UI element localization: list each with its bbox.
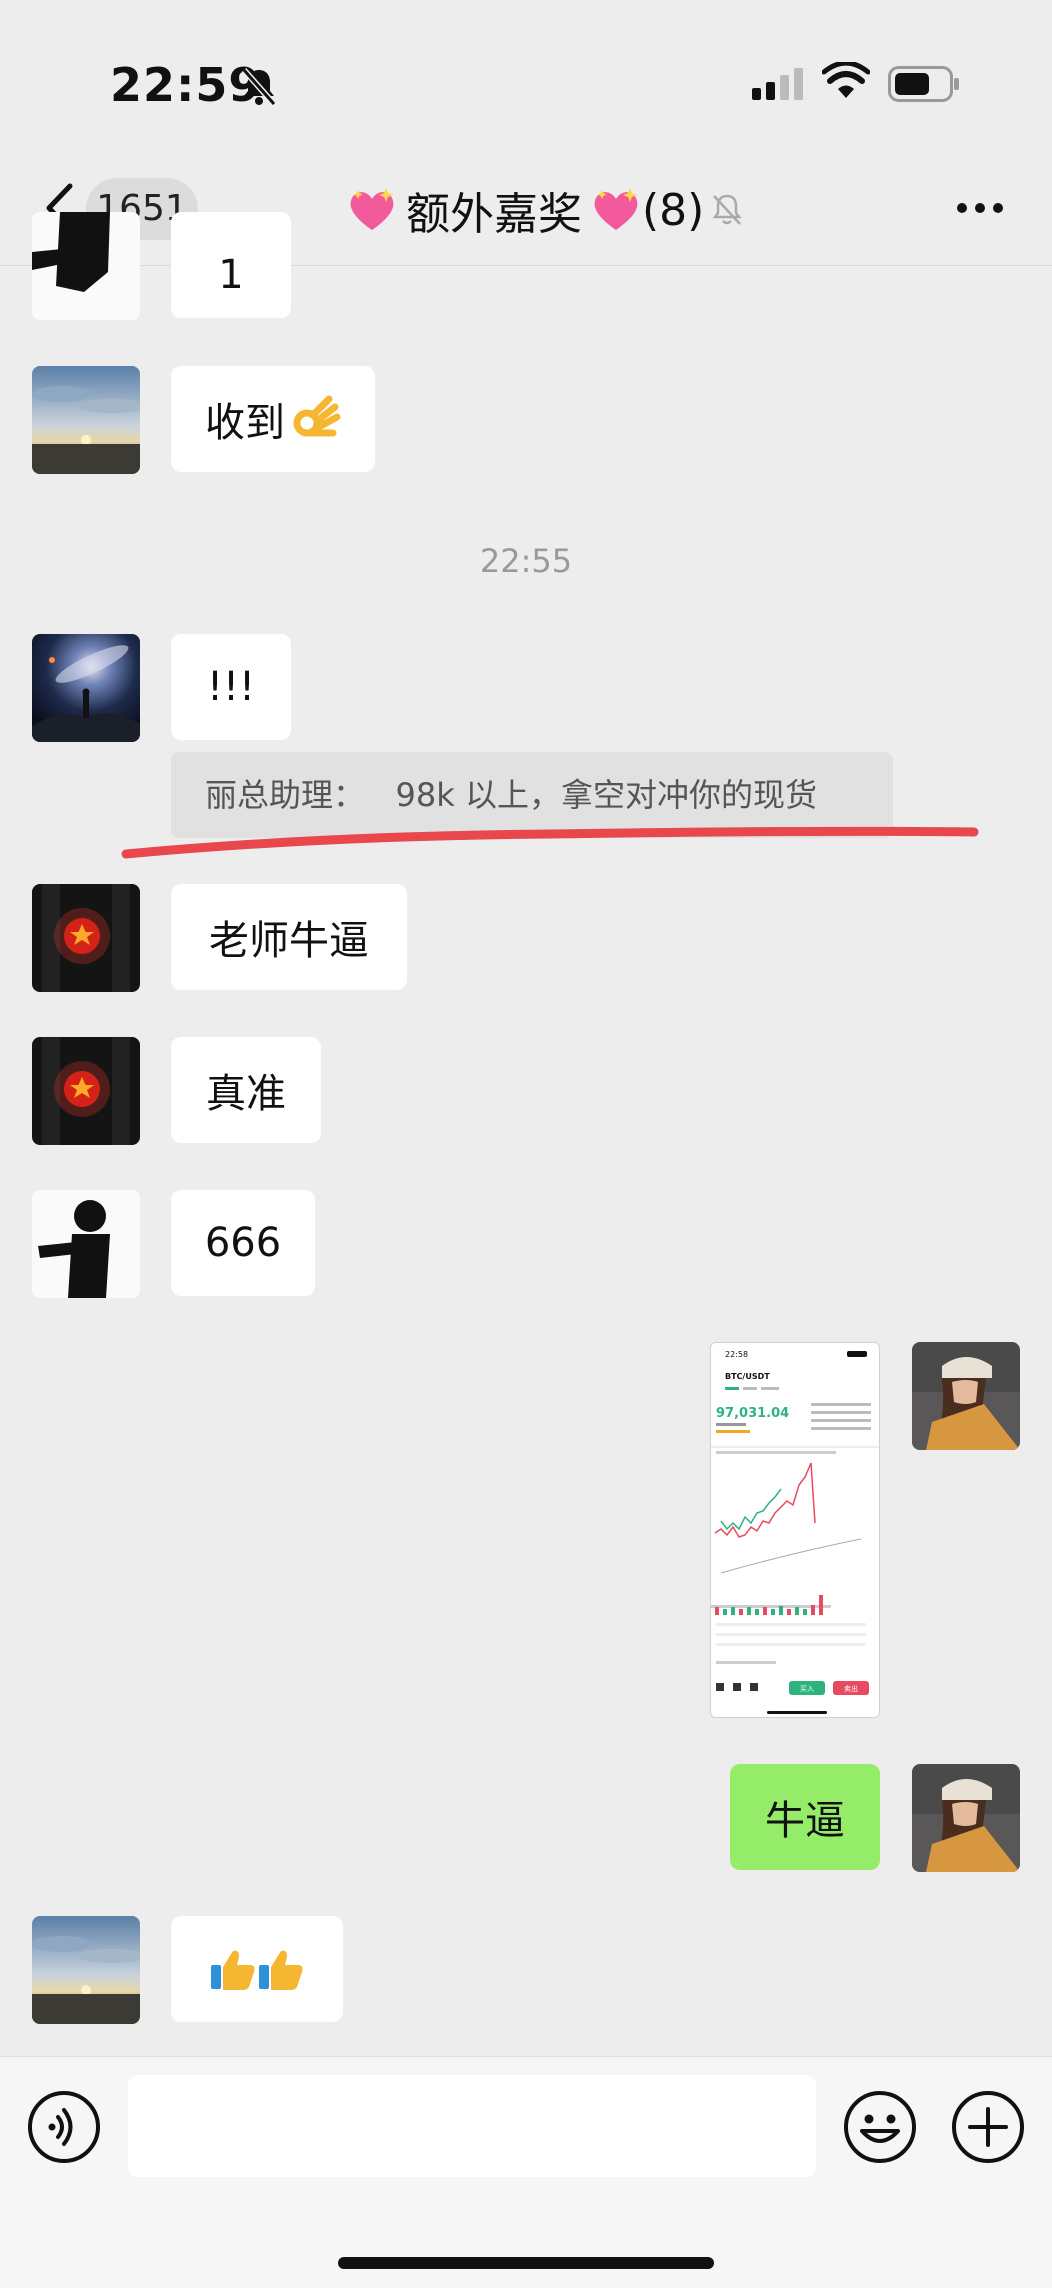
ok-hand-icon: [293, 395, 341, 437]
battery-icon: [888, 66, 959, 102]
avatar[interactable]: [32, 884, 140, 992]
self-avatar[interactable]: [912, 1342, 1020, 1450]
message-bubble[interactable]: 真准: [171, 1037, 321, 1143]
message-bubble[interactable]: !!!: [171, 634, 291, 740]
wifi-icon: [822, 62, 870, 98]
member-count: (8): [642, 184, 705, 236]
thumbs-up-icon: [211, 1950, 255, 1990]
avatar[interactable]: [32, 1037, 140, 1145]
chat-title-group[interactable]: 额外嘉奖 (8): [346, 180, 744, 240]
mini-time: 22:58: [725, 1350, 748, 1359]
mini-sell-button: 卖出: [844, 1684, 858, 1693]
avatar[interactable]: [32, 634, 140, 742]
mute-bell-icon: [712, 194, 742, 225]
silent-mode-icon: [241, 68, 277, 106]
plus-icon[interactable]: [950, 2089, 1026, 2165]
home-indicator[interactable]: [338, 2257, 714, 2269]
image-message[interactable]: 22:58 BTC/USDT 97,031.04 买入 卖出: [710, 1342, 880, 1718]
input-bar: [0, 2056, 1052, 2288]
avatar[interactable]: [32, 366, 140, 474]
cellular-signal-icon: [752, 68, 803, 100]
self-message-bubble[interactable]: 牛逼: [730, 1764, 880, 1870]
annotation-underline: [121, 826, 979, 859]
status-bar: 22:59: [0, 0, 1052, 150]
heart-emoji-icon: [594, 188, 638, 230]
message-bubble[interactable]: 1: [171, 212, 291, 318]
mini-price: 97,031.04: [716, 1406, 789, 1421]
message-text: 收到: [205, 400, 285, 446]
avatar[interactable]: [32, 1190, 140, 1298]
voice-icon[interactable]: [26, 2089, 102, 2165]
heart-emoji-icon: [350, 188, 394, 230]
message-bubble[interactable]: [171, 1916, 343, 2022]
avatar[interactable]: [32, 212, 140, 320]
self-avatar[interactable]: [912, 1764, 1020, 1872]
avatar[interactable]: [32, 1916, 140, 2024]
mini-pair: BTC/USDT: [725, 1372, 770, 1381]
more-icon[interactable]: [956, 202, 1004, 214]
emoji-icon[interactable]: [842, 2089, 918, 2165]
message-input[interactable]: [128, 2075, 816, 2177]
trading-app-screenshot: 22:58 BTC/USDT 97,031.04 买入 卖出: [711, 1343, 879, 1717]
chat-header: 1651 额外嘉奖 (8): [0, 150, 1052, 266]
message-bubble[interactable]: 老师牛逼: [171, 884, 407, 990]
message-bubble[interactable]: 666: [171, 1190, 315, 1296]
mini-buy-button: 买入: [800, 1685, 814, 1693]
time-separator: 22:55: [479, 542, 573, 580]
status-time: 22:59: [110, 58, 262, 112]
message-bubble[interactable]: 收到: [171, 366, 375, 472]
thumbs-up-icon: [259, 1950, 303, 1990]
chat-title: 额外嘉奖: [406, 189, 582, 240]
